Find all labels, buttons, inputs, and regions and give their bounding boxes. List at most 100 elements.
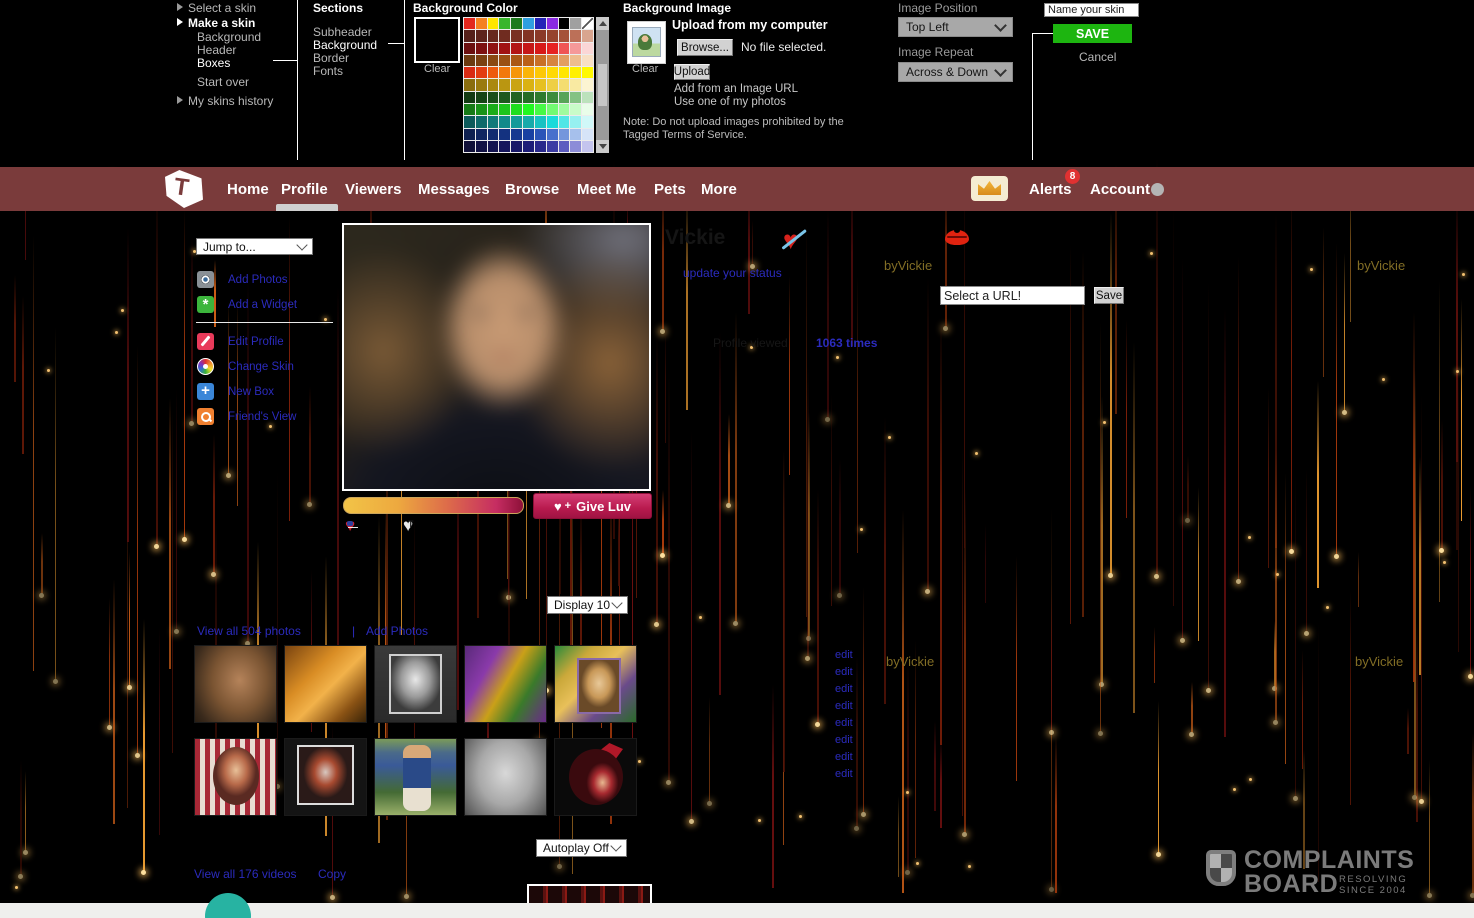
palette-swatch[interactable] — [464, 141, 475, 152]
copy-link[interactable]: Copy — [318, 867, 346, 881]
palette-swatch[interactable] — [535, 141, 546, 152]
palette-swatch[interactable] — [535, 79, 546, 90]
palette-swatch[interactable] — [464, 129, 475, 140]
palette-swatch[interactable] — [523, 141, 534, 152]
background-image-thumbnail[interactable] — [627, 21, 666, 64]
palette-swatch[interactable] — [499, 79, 510, 90]
edit-link[interactable]: edit — [835, 768, 853, 780]
palette-swatch[interactable] — [511, 18, 522, 29]
cancel-link[interactable]: Cancel — [1079, 50, 1116, 64]
skin-name-input[interactable] — [1044, 3, 1139, 17]
palette-swatch[interactable] — [511, 55, 522, 66]
palette-swatch[interactable] — [476, 67, 487, 78]
palette-swatch[interactable] — [523, 55, 534, 66]
palette-swatch[interactable] — [535, 67, 546, 78]
section-border[interactable]: Border — [313, 51, 349, 65]
menu-start-over[interactable]: Start over — [197, 75, 249, 89]
palette-swatch[interactable] — [570, 55, 581, 66]
palette-swatch[interactable] — [488, 30, 499, 41]
palette-swatch[interactable] — [464, 18, 475, 29]
palette-swatch[interactable] — [570, 116, 581, 127]
palette-swatch[interactable] — [488, 129, 499, 140]
palette-swatch[interactable] — [547, 30, 558, 41]
palette-swatch[interactable] — [523, 43, 534, 54]
palette-swatch[interactable] — [535, 30, 546, 41]
palette-swatch[interactable] — [535, 116, 546, 127]
browse-button[interactable]: Browse... — [677, 39, 733, 56]
palette-swatch[interactable] — [499, 92, 510, 103]
palette-swatch[interactable] — [559, 104, 570, 115]
palette-swatch[interactable] — [523, 30, 534, 41]
plus-box-icon[interactable]: + — [197, 383, 214, 400]
image-repeat-select[interactable]: Across & Down — [898, 62, 1013, 82]
palette-swatch[interactable] — [582, 30, 593, 41]
upload-button[interactable]: Upload — [674, 64, 710, 80]
palette-swatch[interactable] — [488, 79, 499, 90]
palette-swatch[interactable] — [511, 79, 522, 90]
palette-swatch[interactable] — [523, 104, 534, 115]
flag-heart-icon[interactable]: ♥ — [345, 517, 355, 534]
palette-swatch[interactable] — [582, 129, 593, 140]
palette-swatch[interactable] — [464, 55, 475, 66]
photo-thumbnail[interactable] — [374, 738, 457, 816]
palette-swatch[interactable] — [523, 129, 534, 140]
palette-swatch[interactable] — [476, 43, 487, 54]
palette-swatch[interactable] — [476, 116, 487, 127]
palette-swatch[interactable] — [499, 141, 510, 152]
palette-swatch[interactable] — [547, 18, 558, 29]
palette-swatch[interactable] — [535, 43, 546, 54]
palette-swatch[interactable] — [499, 30, 510, 41]
palette-swatch[interactable] — [488, 18, 499, 29]
palette-swatch[interactable] — [476, 104, 487, 115]
pencil-icon[interactable] — [197, 333, 214, 350]
photo-thumbnail[interactable] — [374, 645, 457, 723]
palette-swatch[interactable] — [499, 116, 510, 127]
clear-image-link[interactable]: Clear — [632, 63, 658, 75]
palette-swatch[interactable] — [476, 55, 487, 66]
palette-swatch[interactable] — [499, 43, 510, 54]
menu-make-a-skin[interactable]: Make a skin — [188, 16, 255, 30]
palette-swatch[interactable] — [547, 67, 558, 78]
palette-swatch[interactable] — [570, 30, 581, 41]
new-box-link[interactable]: New Box — [228, 386, 274, 398]
palette-swatch[interactable] — [464, 67, 475, 78]
palette-swatch[interactable] — [535, 55, 546, 66]
palette-swatch[interactable] — [499, 18, 510, 29]
palette-swatch[interactable] — [559, 67, 570, 78]
menu-select-a-skin[interactable]: Select a skin — [188, 1, 256, 15]
palette-swatch[interactable] — [488, 55, 499, 66]
edit-link[interactable]: edit — [835, 734, 853, 746]
photo-thumbnail[interactable] — [464, 738, 547, 816]
palette-swatch[interactable] — [488, 141, 499, 152]
palette-swatch[interactable] — [488, 92, 499, 103]
tagged-heart-icon[interactable]: ♥T — [403, 517, 413, 534]
tagged-logo[interactable]: T — [165, 170, 203, 208]
palette-swatch[interactable] — [511, 67, 522, 78]
edit-link[interactable]: edit — [835, 717, 853, 729]
palette-swatch[interactable] — [476, 141, 487, 152]
palette-swatch[interactable] — [535, 104, 546, 115]
display-count-select[interactable]: Display 10 — [547, 596, 628, 614]
autoplay-select[interactable]: Autoplay Off — [536, 839, 627, 857]
palette-swatch[interactable] — [464, 79, 475, 90]
palette-swatch[interactable] — [499, 129, 510, 140]
view-all-videos-link[interactable]: View all 176 videos — [194, 867, 297, 881]
palette-swatch[interactable] — [464, 116, 475, 127]
palette-swatch[interactable] — [547, 55, 558, 66]
photo-thumbnail[interactable] — [554, 645, 637, 723]
use-my-photos-link[interactable]: Use one of my photos — [674, 96, 786, 108]
palette-swatch[interactable] — [488, 104, 499, 115]
palette-swatch[interactable] — [511, 129, 522, 140]
palette-swatch[interactable] — [511, 141, 522, 152]
palette-swatch[interactable] — [523, 79, 534, 90]
edit-link[interactable]: edit — [835, 683, 853, 695]
palette-swatch[interactable] — [582, 104, 593, 115]
palette-swatch[interactable] — [511, 30, 522, 41]
palette-swatch[interactable] — [476, 18, 487, 29]
palette-swatch[interactable] — [476, 129, 487, 140]
palette-swatch[interactable] — [559, 141, 570, 152]
palette-swatch[interactable] — [559, 129, 570, 140]
palette-swatch[interactable] — [547, 116, 558, 127]
tab-pets[interactable]: Pets — [654, 167, 686, 211]
palette-swatch[interactable] — [570, 104, 581, 115]
